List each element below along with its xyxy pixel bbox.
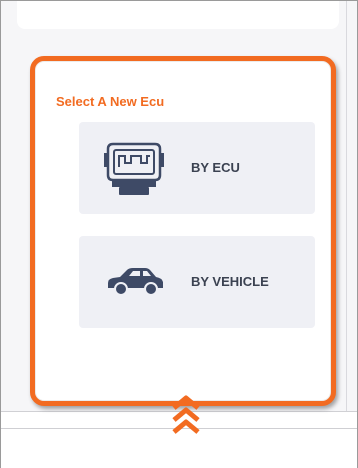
scroll-edge [346,1,347,411]
section-title: Select A New Ecu [56,94,165,109]
ecu-module-icon [104,142,164,195]
by-ecu-label: BY ECU [191,160,240,175]
by-vehicle-label: BY VEHICLE [191,274,269,289]
car-icon [108,268,163,296]
chevron-up-icon [172,395,200,434]
top-card [17,1,339,29]
by-vehicle-button[interactable]: BY VEHICLE [79,236,315,328]
by-ecu-button[interactable]: BY ECU [79,122,315,214]
